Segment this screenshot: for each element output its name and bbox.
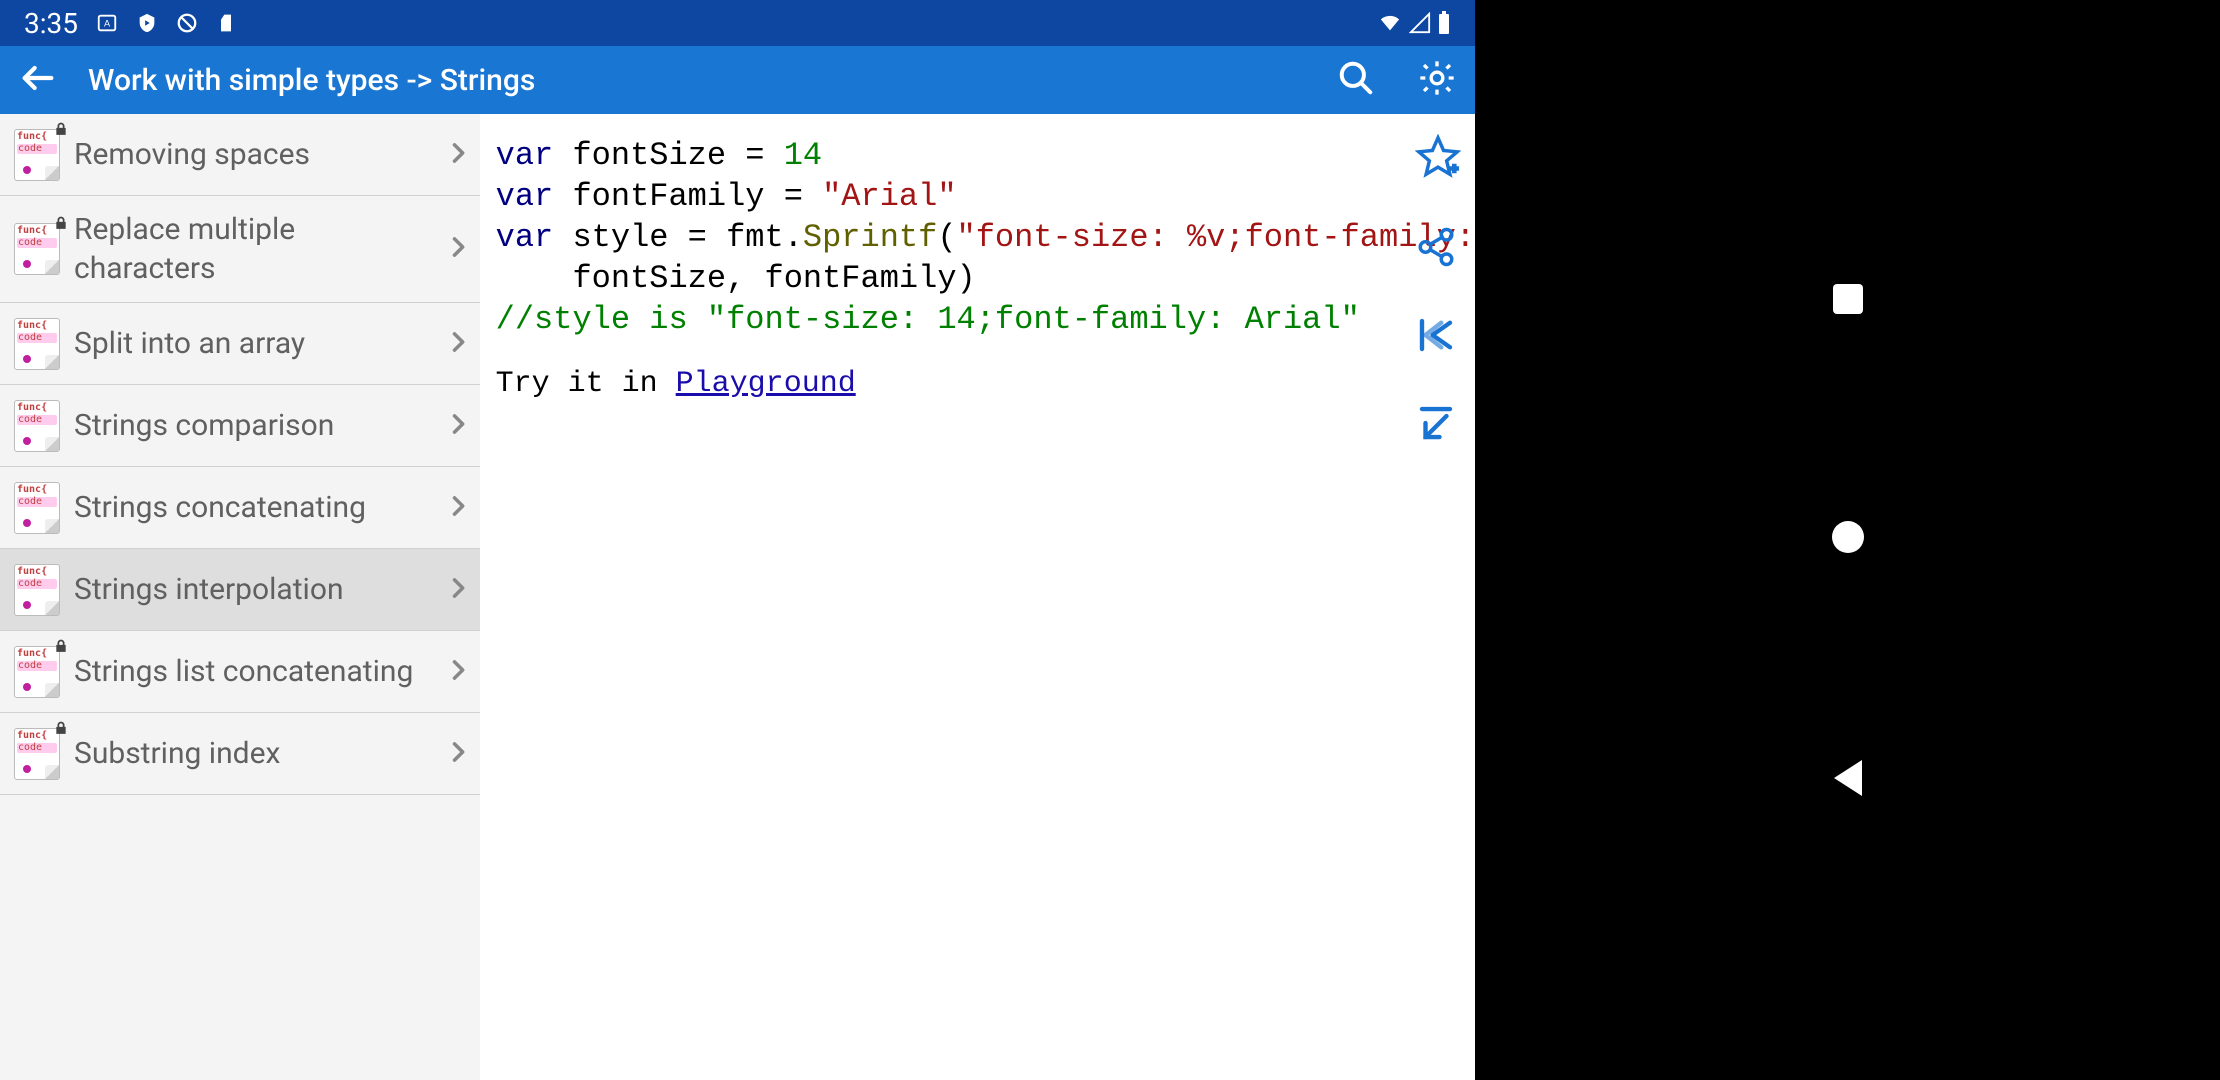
list-item[interactable]: Strings interpolation [0,549,480,631]
dnd-icon [176,12,198,34]
code-pane: var fontSize = 14 var fontFamily = "Aria… [480,114,1475,1080]
back-nav-button[interactable] [1834,760,1862,796]
list-item-label: Strings concatenating [74,488,430,527]
code-snippet: var fontSize = 14 var fontFamily = "Aria… [496,136,1475,341]
sd-card-icon [216,12,236,34]
chevron-right-icon [444,233,472,265]
list-item[interactable]: Removing spaces [0,114,480,196]
recents-button[interactable] [1833,284,1863,314]
chevron-right-icon [444,492,472,524]
chevron-right-icon [444,656,472,688]
lock-icon [54,121,68,140]
bottom-left-arrow-button[interactable] [1415,402,1461,448]
try-it-line: Try it in Playground [496,367,1475,401]
search-button[interactable] [1337,59,1375,101]
list-item[interactable]: Strings comparison [0,385,480,467]
floating-actions [1415,134,1461,448]
collapse-left-button[interactable] [1415,314,1461,360]
chevron-right-icon [444,738,472,770]
lock-icon [54,215,68,234]
list-item[interactable]: Replace multiple characters [0,196,480,303]
list-item-label: Substring index [74,734,430,773]
signal-icon [1409,12,1431,34]
page-title: Work with simple types -> Strings [88,63,1295,98]
lock-icon [54,638,68,657]
keyboard-icon: A [96,12,118,34]
status-time: 3:35 [24,7,78,40]
list-item-label: Strings list concatenating [74,652,430,691]
wifi-icon [1377,12,1403,34]
status-bar: 3:35 A [0,0,1475,46]
list-item-label: Removing spaces [74,135,430,174]
share-button[interactable] [1415,226,1461,272]
list-item[interactable]: Strings concatenating [0,467,480,549]
list-item-label: Split into an array [74,324,430,363]
playground-link[interactable]: Playground [676,367,856,401]
code-file-icon [14,564,60,616]
svg-text:A: A [104,19,111,29]
list-item[interactable]: Split into an array [0,303,480,385]
topic-list: Removing spaces Replace multiple characte… [0,114,480,1080]
list-item-label: Strings interpolation [74,570,430,609]
chevron-right-icon [444,328,472,360]
try-it-prefix: Try it in [496,367,676,401]
favorite-button[interactable] [1415,134,1461,184]
list-item[interactable]: Substring index [0,713,480,795]
list-item-label: Strings comparison [74,406,430,445]
app-bar: Work with simple types -> Strings [0,46,1475,114]
list-item-label: Replace multiple characters [74,210,430,288]
chevron-right-icon [444,574,472,606]
chevron-right-icon [444,410,472,442]
play-protect-icon [136,12,158,34]
back-button[interactable] [18,58,58,102]
battery-icon [1437,11,1451,35]
code-file-icon [14,318,60,370]
code-file-icon [14,400,60,452]
list-item[interactable]: Strings list concatenating [0,631,480,713]
lock-icon [54,720,68,739]
android-nav-bar [1475,0,2220,1080]
code-file-icon [14,482,60,534]
chevron-right-icon [444,139,472,171]
settings-button[interactable] [1417,58,1457,102]
home-button[interactable] [1832,521,1864,553]
